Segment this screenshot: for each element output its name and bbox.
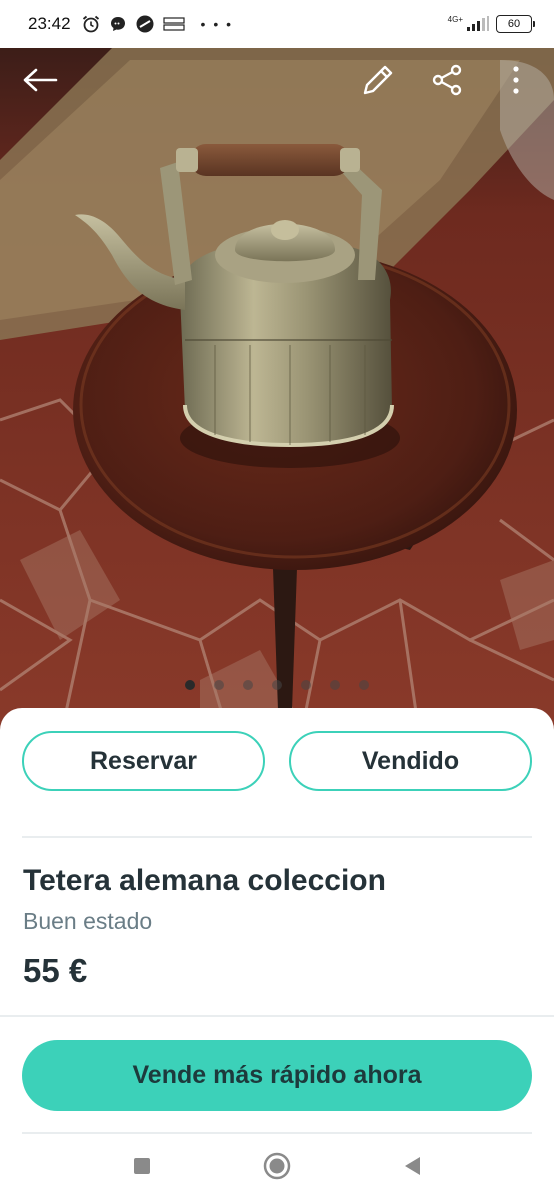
battery-indicator: 60 <box>496 15 535 33</box>
gallery-dot[interactable] <box>301 680 311 690</box>
status-right: 4G+ 60 <box>448 15 535 33</box>
share-icon <box>430 63 464 102</box>
status-time: 23:42 <box>28 14 71 33</box>
gallery-dot[interactable] <box>330 680 340 690</box>
home-button[interactable] <box>257 1148 297 1188</box>
divider <box>22 836 532 838</box>
divider <box>22 1132 532 1134</box>
edit-button[interactable] <box>356 60 400 104</box>
triangle-back-icon <box>403 1156 421 1181</box>
gallery-dot[interactable] <box>185 680 195 690</box>
arrow-left-icon <box>22 68 58 97</box>
square-icon <box>133 1157 151 1180</box>
listing-title: Tetera alemana coleccion <box>23 864 386 897</box>
alarm-icon <box>81 14 101 34</box>
sync-icon <box>135 14 155 34</box>
network-label: 4G+ <box>447 15 463 24</box>
gallery-pagination <box>0 680 554 690</box>
listing-price: 55 € <box>23 952 88 989</box>
status-notification-icons: • • • <box>81 14 233 34</box>
chat-icon <box>109 15 127 33</box>
status-bar: 23:42 • • • 4G+ 60 <box>0 0 554 48</box>
product-photo[interactable] <box>0 40 554 740</box>
gallery-dot[interactable] <box>214 680 224 690</box>
kettle-image <box>0 40 554 740</box>
listing-details-sheet: Reservar Vendido Tetera alemana coleccio… <box>0 708 554 1200</box>
system-navigation-bar <box>0 1136 554 1200</box>
reserve-button[interactable]: Reservar <box>22 731 265 791</box>
status-actions: Reservar Vendido <box>22 731 532 791</box>
mark-sold-button[interactable]: Vendido <box>289 731 532 791</box>
circle-icon <box>263 1152 291 1185</box>
more-notifications-indicator: • • • <box>200 16 234 32</box>
pencil-icon <box>360 62 396 103</box>
system-back-button[interactable] <box>392 1148 432 1188</box>
gallery-dot[interactable] <box>243 680 253 690</box>
listing-condition: Buen estado <box>23 908 153 934</box>
screen: 23:42 • • • 4G+ 60 Reservar Vendido Tete… <box>0 0 554 1200</box>
share-button[interactable] <box>425 60 469 104</box>
sell-faster-button[interactable]: Vende más rápido ahora <box>22 1040 532 1111</box>
recents-button[interactable] <box>122 1148 162 1188</box>
divider <box>0 1015 554 1017</box>
more-options-button[interactable] <box>494 60 538 104</box>
app-logo-icon <box>162 17 185 31</box>
gallery-dot[interactable] <box>272 680 282 690</box>
gallery-dot[interactable] <box>359 680 369 690</box>
signal-icon: 4G+ <box>448 16 490 32</box>
more-vertical-icon <box>511 64 521 101</box>
back-button[interactable] <box>18 60 62 104</box>
